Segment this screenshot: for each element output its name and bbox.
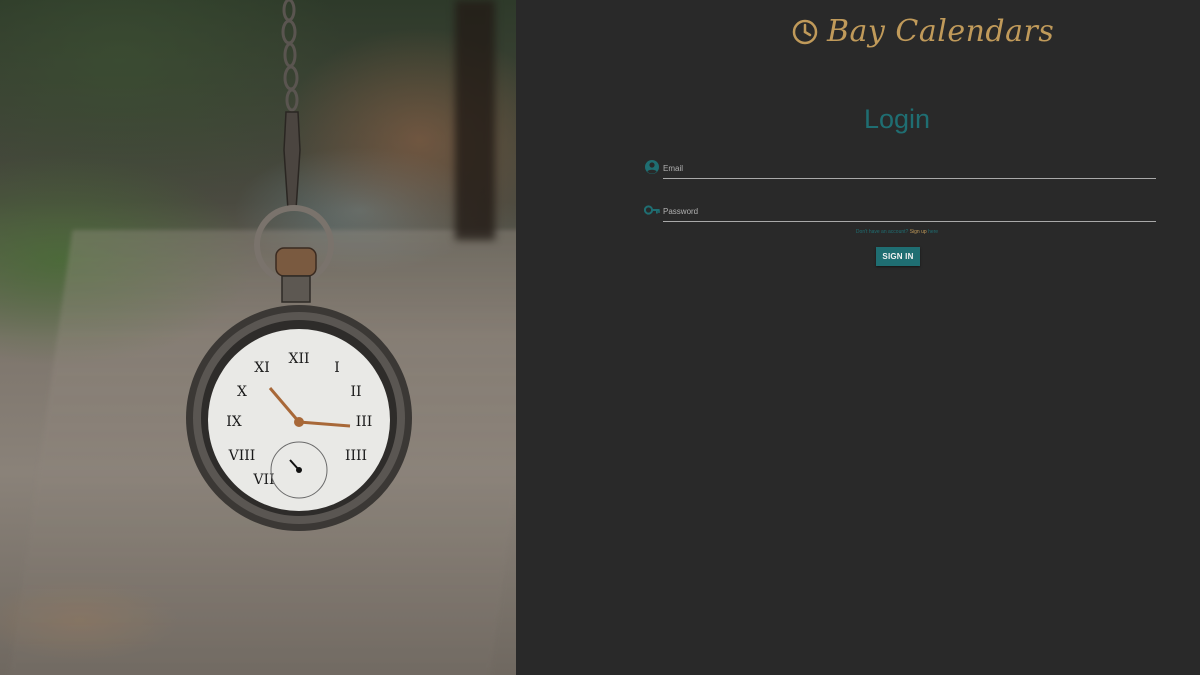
login-panel: Bay Calendars Login Email Don't have an … bbox=[516, 0, 1200, 675]
clock-icon bbox=[791, 18, 819, 46]
svg-text:II: II bbox=[350, 384, 361, 400]
svg-text:VIII: VIII bbox=[228, 448, 256, 464]
password-underline bbox=[663, 221, 1156, 222]
svg-text:III: III bbox=[356, 414, 373, 430]
signup-link[interactable]: Sign up bbox=[910, 229, 927, 235]
svg-text:I: I bbox=[334, 360, 340, 376]
login-page: XII I II III IIII XI X IX VIII VII Bay C… bbox=[0, 0, 1200, 675]
signup-prompt-text: Don't have an account? bbox=[855, 229, 909, 235]
brand-name: Bay Calendars bbox=[827, 14, 1055, 49]
key-icon bbox=[643, 202, 660, 218]
email-field-group bbox=[644, 158, 1156, 182]
svg-text:IIII: IIII bbox=[345, 448, 367, 464]
svg-text:IX: IX bbox=[226, 414, 242, 430]
email-underline bbox=[663, 178, 1156, 179]
signup-prompt-suffix: here bbox=[928, 229, 939, 235]
watch-chain bbox=[281, 0, 299, 112]
pocket-watch-photo: XII I II III IIII XI X IX VIII VII bbox=[0, 0, 516, 675]
password-field-group bbox=[643, 201, 1156, 225]
sign-in-button[interactable]: SIGN IN bbox=[876, 247, 920, 266]
password-field[interactable] bbox=[663, 201, 1156, 221]
page-title: Login bbox=[863, 104, 931, 134]
email-field[interactable] bbox=[663, 158, 1156, 178]
svg-text:XII: XII bbox=[288, 351, 309, 367]
svg-text:XI: XI bbox=[254, 360, 270, 376]
signup-prompt: Don't have an account? Sign up here bbox=[516, 229, 1200, 235]
pocket-watch-illustration: XII I II III IIII XI X IX VIII VII bbox=[186, 0, 412, 531]
brand-header: Bay Calendars bbox=[791, 14, 1054, 49]
svg-text:X: X bbox=[237, 384, 247, 400]
user-circle-icon bbox=[644, 159, 660, 175]
